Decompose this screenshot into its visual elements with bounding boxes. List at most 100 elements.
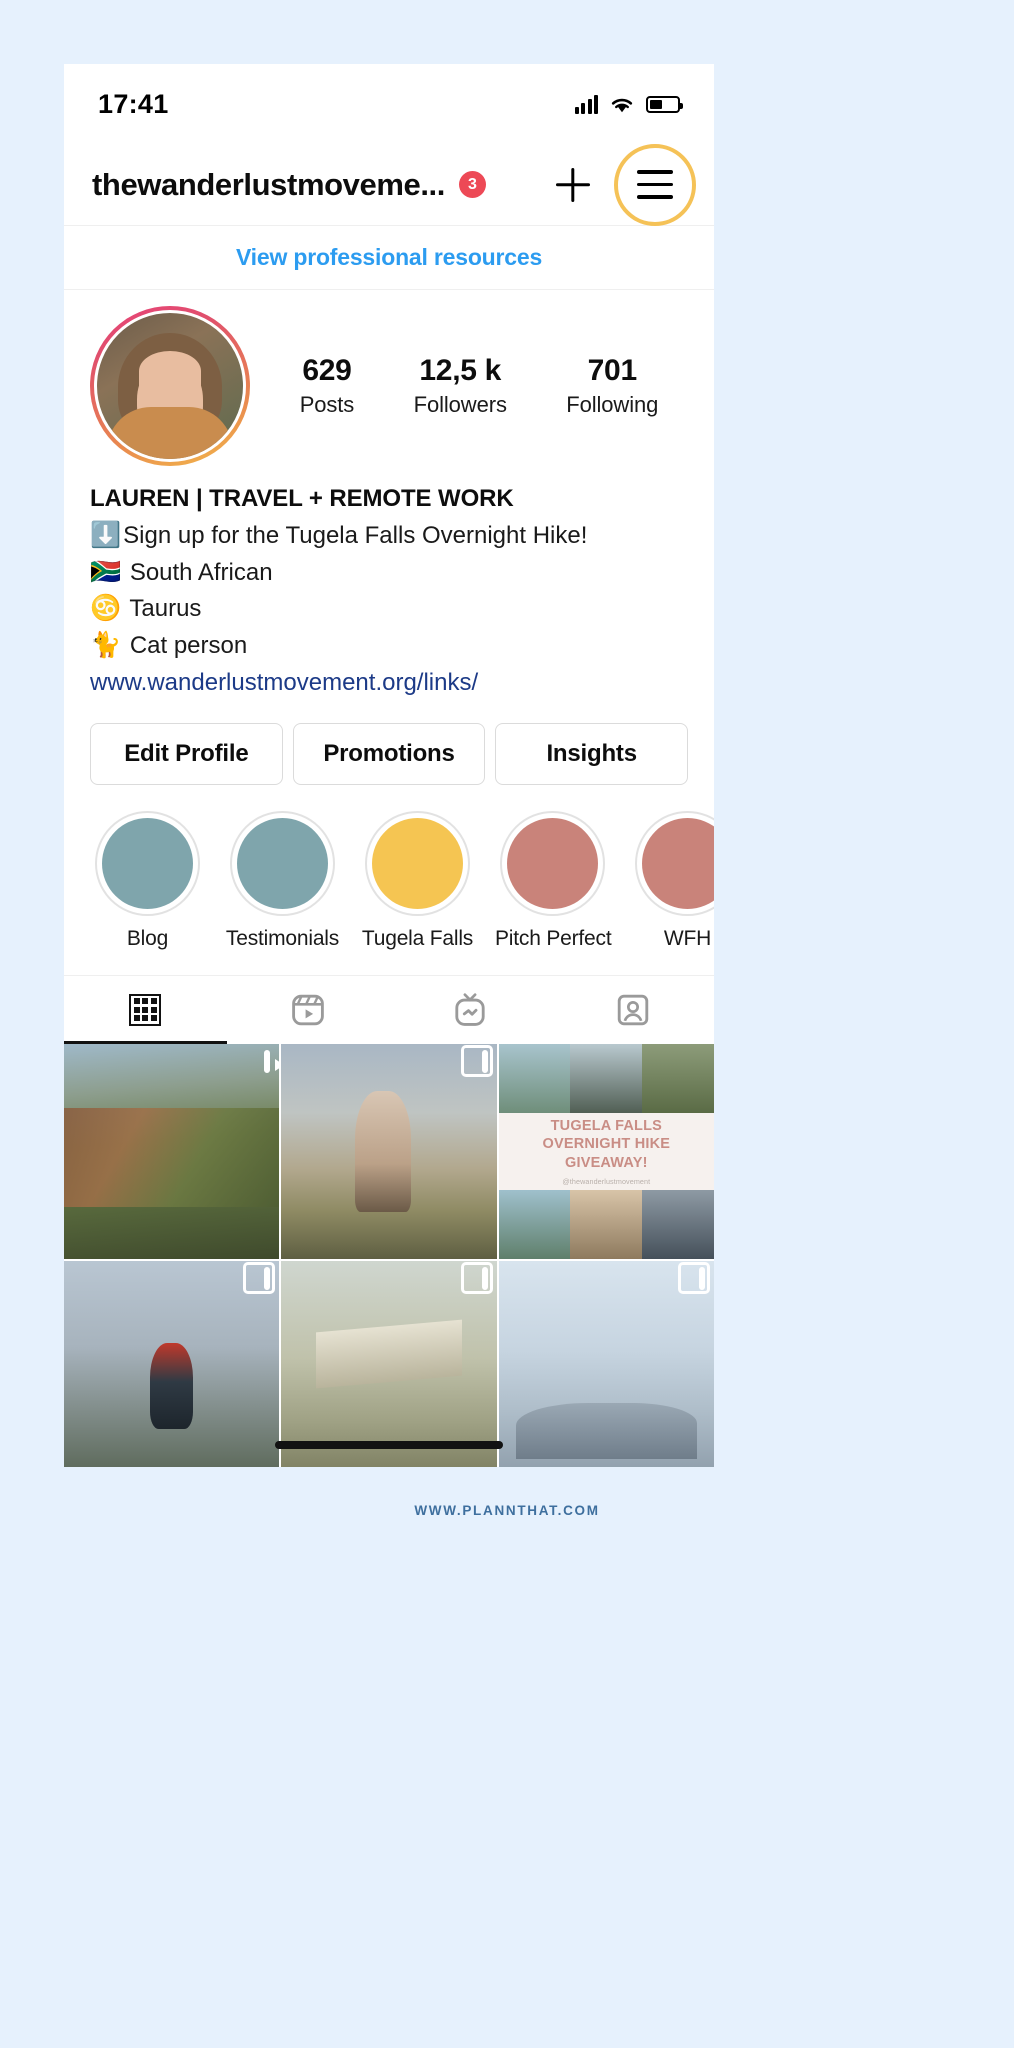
story-highlights[interactable]: Blog Testimonials Tugela Falls Pitch Per… (64, 785, 714, 951)
stat-following-label: Following (566, 391, 659, 417)
battery-icon (646, 95, 683, 113)
page-title[interactable]: thewanderlustmoveme... (92, 167, 445, 203)
giveaway-text-block: TUGELA FALLS OVERNIGHT HIKE GIVEAWAY! @t… (499, 1113, 714, 1191)
stat-posts[interactable]: 629 Posts (300, 354, 355, 418)
avatar-image (94, 310, 246, 462)
taurus-zodiac-emoji-icon: ♋️ (90, 594, 122, 623)
bio-line-1: ⬇️Sign up for the Tugela Falls Overnight… (90, 517, 688, 554)
bio-line-3-text: Taurus (129, 595, 202, 623)
highlight-label: Tugela Falls (361, 926, 474, 950)
bio-line-2: 🇿🇦 South African (90, 554, 688, 591)
highlight-ring (365, 810, 470, 916)
carousel-icon (481, 1267, 488, 1291)
cat-emoji-icon: 🐈 (90, 631, 122, 660)
bio-website-link[interactable]: www.wanderlustmovement.org/links/ (90, 666, 478, 701)
post-3-giveaway[interactable]: TUGELA FALLS OVERNIGHT HIKE GIVEAWAY! @t… (498, 1043, 714, 1260)
tab-reels[interactable] (227, 976, 390, 1044)
status-badge[interactable]: 3 (458, 171, 486, 198)
signal-bars-icon (574, 94, 598, 114)
carousel-icon (481, 1049, 488, 1073)
plus-icon[interactable] (550, 162, 596, 208)
avatar[interactable] (90, 306, 250, 466)
profile-summary: 629 Posts 12,5 k Followers 701 Following (64, 290, 714, 466)
highlight-pitch-perfect[interactable]: Pitch Perfect (495, 810, 612, 951)
igtv-icon (455, 993, 485, 1026)
home-indicator (275, 1441, 503, 1449)
highlight-wfh[interactable]: WFH (630, 810, 714, 951)
wifi-icon (611, 98, 633, 112)
bio-line-4: 🐈 Cat person (90, 627, 688, 664)
highlight-ring (95, 810, 200, 916)
post-5[interactable] (281, 1261, 497, 1467)
stat-posts-label: Posts (299, 391, 355, 417)
stat-followers-label: Followers (413, 391, 507, 417)
status-time: 17:41 (98, 88, 169, 119)
highlight-label: Pitch Perfect (495, 926, 612, 950)
phone-screen: 17:41 thewanderlustmoveme... 3 View prof… (64, 64, 714, 1467)
profile-bio: LAUREN | TRAVEL + REMOTE WORK ⬇️Sign up … (64, 466, 714, 701)
post-1[interactable] (64, 1043, 280, 1260)
highlight-label: Testimonials (225, 926, 340, 950)
tab-igtv[interactable] (389, 976, 552, 1044)
giveaway-title-line-3: GIVEAWAY! (564, 1154, 648, 1171)
bio-line-2-text: South African (129, 558, 273, 586)
giveaway-handle: @thewanderlustmovement (562, 1177, 651, 1187)
stat-followers-value: 12,5 k (419, 354, 502, 388)
page-root: 17:41 thewanderlustmoveme... 3 View prof… (0, 0, 1014, 2048)
view-professional-resources-link[interactable]: View professional resources (236, 244, 542, 271)
status-bar: 17:41 (64, 64, 714, 144)
profile-stats: 629 Posts 12,5 k Followers 701 Following (250, 354, 688, 418)
profile-tabs (64, 974, 715, 1044)
post-6[interactable] (498, 1261, 714, 1467)
professional-resources-row[interactable]: View professional resources (64, 226, 714, 290)
giveaway-bottom-strip (498, 1190, 714, 1260)
stat-followers[interactable]: 12,5 k Followers (414, 354, 507, 418)
highlight-tugela-falls[interactable]: Tugela Falls (360, 810, 475, 951)
giveaway-top-strip (498, 1043, 714, 1113)
reel-icon (264, 1049, 271, 1073)
stat-following-value: 701 (587, 354, 637, 388)
highlight-blog[interactable]: Blog (90, 810, 205, 951)
carousel-icon (698, 1267, 705, 1291)
highlight-label: Blog (126, 926, 169, 950)
edit-profile-button[interactable]: Edit Profile (90, 722, 283, 785)
post-4[interactable] (64, 1261, 280, 1467)
hamburger-menu-button[interactable] (614, 143, 696, 226)
tab-grid[interactable] (64, 976, 227, 1044)
tagged-person-icon (617, 994, 648, 1026)
grid-icon (129, 993, 162, 1026)
bio-line-4-text: Cat person (129, 632, 248, 660)
highlight-cover (102, 817, 193, 909)
footer-watermark: WWW.PLANNTHAT.COM (414, 1503, 600, 1518)
giveaway-title-line-1: TUGELA FALLS (550, 1117, 663, 1134)
stat-following[interactable]: 701 Following (566, 354, 658, 418)
highlight-cover (507, 817, 598, 909)
profile-action-buttons: Edit Profile Promotions Insights (64, 701, 714, 785)
bio-line-1-text: Sign up for the Tugela Falls Overnight H… (123, 521, 588, 549)
post-2[interactable] (281, 1043, 497, 1260)
avatar-fringe (139, 350, 201, 391)
reels-icon (291, 994, 324, 1026)
highlight-cover (237, 817, 328, 909)
stat-posts-value: 629 (302, 354, 352, 388)
promotions-button[interactable]: Promotions (292, 722, 486, 785)
highlight-cover (372, 817, 463, 909)
south-africa-flag-emoji-icon: 🇿🇦 (90, 557, 122, 586)
highlight-ring (230, 810, 335, 916)
down-arrow-emoji-icon: ⬇️ (90, 520, 122, 549)
bio-line-3: ♋️ Taurus (90, 590, 688, 627)
highlight-ring (500, 810, 605, 916)
highlight-ring (635, 810, 714, 916)
highlight-cover (642, 817, 714, 909)
hamburger-menu-icon (637, 170, 673, 199)
highlight-testimonials[interactable]: Testimonials (225, 810, 340, 951)
profile-header: thewanderlustmoveme... 3 (64, 143, 714, 226)
carousel-icon (264, 1267, 271, 1291)
bio-display-name: LAUREN | TRAVEL + REMOTE WORK (90, 485, 514, 512)
posts-grid: TUGELA FALLS OVERNIGHT HIKE GIVEAWAY! @t… (64, 1043, 714, 1467)
status-icons (574, 94, 683, 114)
tab-tagged[interactable] (552, 976, 715, 1044)
insights-button[interactable]: Insights (495, 722, 689, 785)
highlight-label: WFH (663, 926, 712, 950)
avatar-body (107, 407, 233, 459)
